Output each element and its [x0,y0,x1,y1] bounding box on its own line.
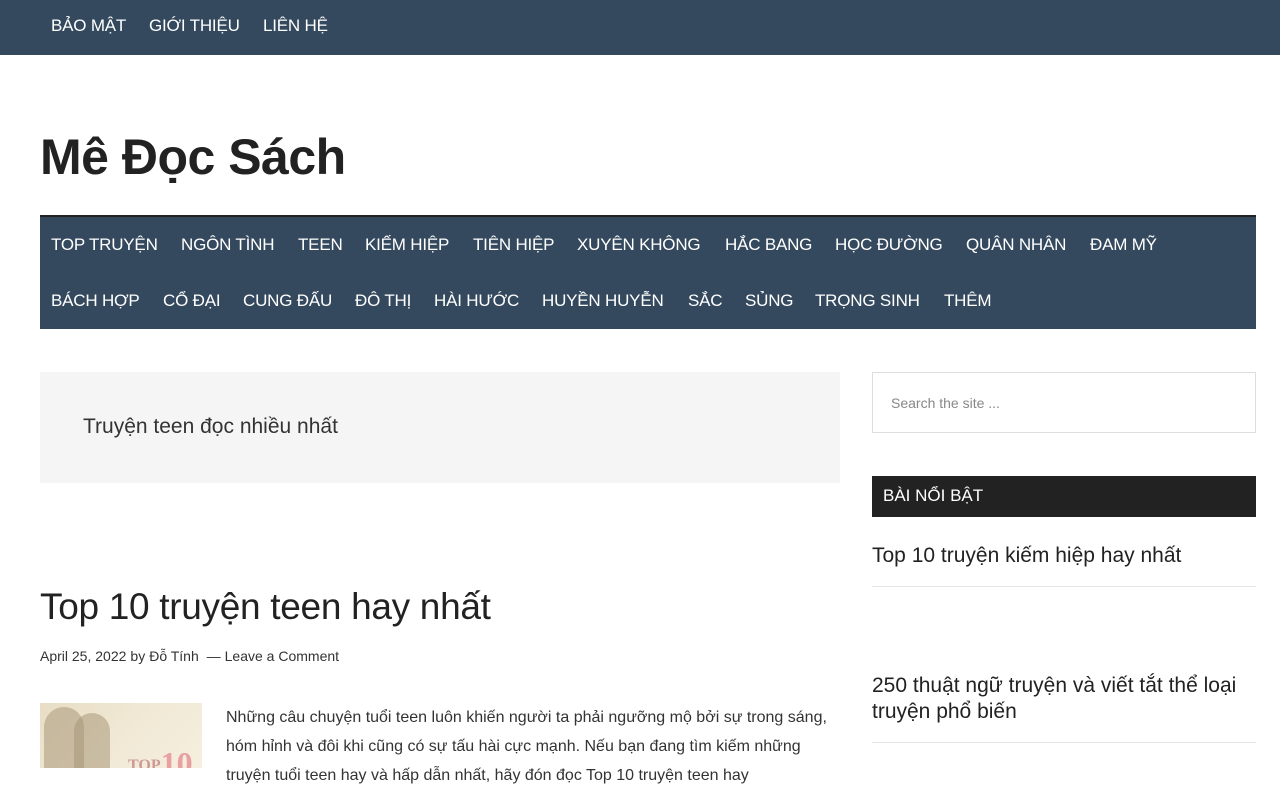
nav-item-them[interactable]: THÊM [944,291,992,311]
nav-item-kiem-hiep[interactable]: KIẾM HIỆP [365,235,449,255]
divider [872,586,1256,587]
post-excerpt: Những câu chuyện tuổi teen luôn khiến ng… [226,709,827,784]
nav-item-sac[interactable]: SẮC [688,291,723,311]
thumbnail-figure [74,713,110,768]
top-navigation-bar: BẢO MẬT GIỚI THIỆU LIÊN HỆ [0,0,1280,55]
post-date: April 25, 2022 [40,648,127,664]
nav-item-trong-sinh[interactable]: TRỌNG SINH [815,291,920,311]
meta-separator: — [206,648,221,664]
nav-item-do-thi[interactable]: ĐÔ THỊ [355,291,411,311]
primary-nav-row: BÁCH HỢP CỔ ĐẠI CUNG ĐẤU ĐÔ THỊ HÀI HƯỚC… [40,273,1256,328]
primary-navigation: TOP TRUYỆN NGÔN TÌNH TEEN KIẾM HIỆP TIÊN… [40,215,1256,329]
featured-widget-title: BÀI NỔI BẬT [872,476,1256,517]
nav-item-dam-my[interactable]: ĐAM MỸ [1090,235,1157,255]
nav-item-hoc-duong[interactable]: HỌC ĐƯỜNG [835,235,943,255]
site-title[interactable]: Mê Đọc Sách [40,128,346,186]
archive-title: Truyện teen đọc nhiều nhất [83,415,338,438]
nav-item-huyen-huyen[interactable]: HUYỀN HUYỄN [542,291,664,311]
post-by-label: by [130,648,146,664]
search-form [872,372,1256,433]
primary-nav-row: TOP TRUYỆN NGÔN TÌNH TEEN KIẾM HIỆP TIÊN… [40,217,1256,272]
nav-item-hai-huoc[interactable]: HÀI HƯỚC [434,291,519,311]
search-input[interactable] [873,373,1255,432]
top-nav-item-lien-he[interactable]: LIÊN HỆ [263,16,328,36]
divider [872,742,1256,743]
featured-post-link[interactable]: Top 10 truyện kiếm hiệp hay nhất [872,543,1256,569]
nav-item-sung[interactable]: SỦNG [745,291,794,311]
thumbnail-caption: TOP10 [128,745,193,768]
nav-item-co-dai[interactable]: CỔ ĐẠI [163,291,221,311]
nav-item-quan-nhan[interactable]: QUÂN NHÂN [966,235,1066,255]
top-nav-item-gioi-thieu[interactable]: GIỚI THIỆU [149,16,240,36]
top-nav-item-bao-mat[interactable]: BẢO MẬT [51,16,126,36]
nav-item-ngon-tinh[interactable]: NGÔN TÌNH [181,235,274,255]
nav-item-bach-hop[interactable]: BÁCH HỢP [51,291,140,311]
post-title[interactable]: Top 10 truyện teen hay nhất [40,586,491,628]
nav-item-cung-dau[interactable]: CUNG ĐẤU [243,291,332,311]
nav-item-hac-bang[interactable]: HẮC BANG [725,235,812,255]
nav-item-tien-hiep[interactable]: TIÊN HIỆP [473,235,555,255]
nav-item-teen[interactable]: TEEN [298,235,343,255]
archive-description: Truyện teen đọc nhiều nhất [40,372,840,483]
leave-comment-link[interactable]: Leave a Comment [225,648,339,664]
featured-post-link[interactable]: 250 thuật ngữ truyện và viết tắt thể loạ… [872,673,1256,725]
nav-item-top-truyen[interactable]: TOP TRUYỆN [51,235,158,255]
post-thumbnail[interactable]: TOP10 [40,703,202,768]
nav-item-xuyen-khong[interactable]: XUYÊN KHÔNG [577,235,701,255]
post-author-link[interactable]: Đỗ Tính [149,648,199,664]
post-meta: April 25, 2022 by Đỗ Tính — Leave a Comment [40,648,339,664]
